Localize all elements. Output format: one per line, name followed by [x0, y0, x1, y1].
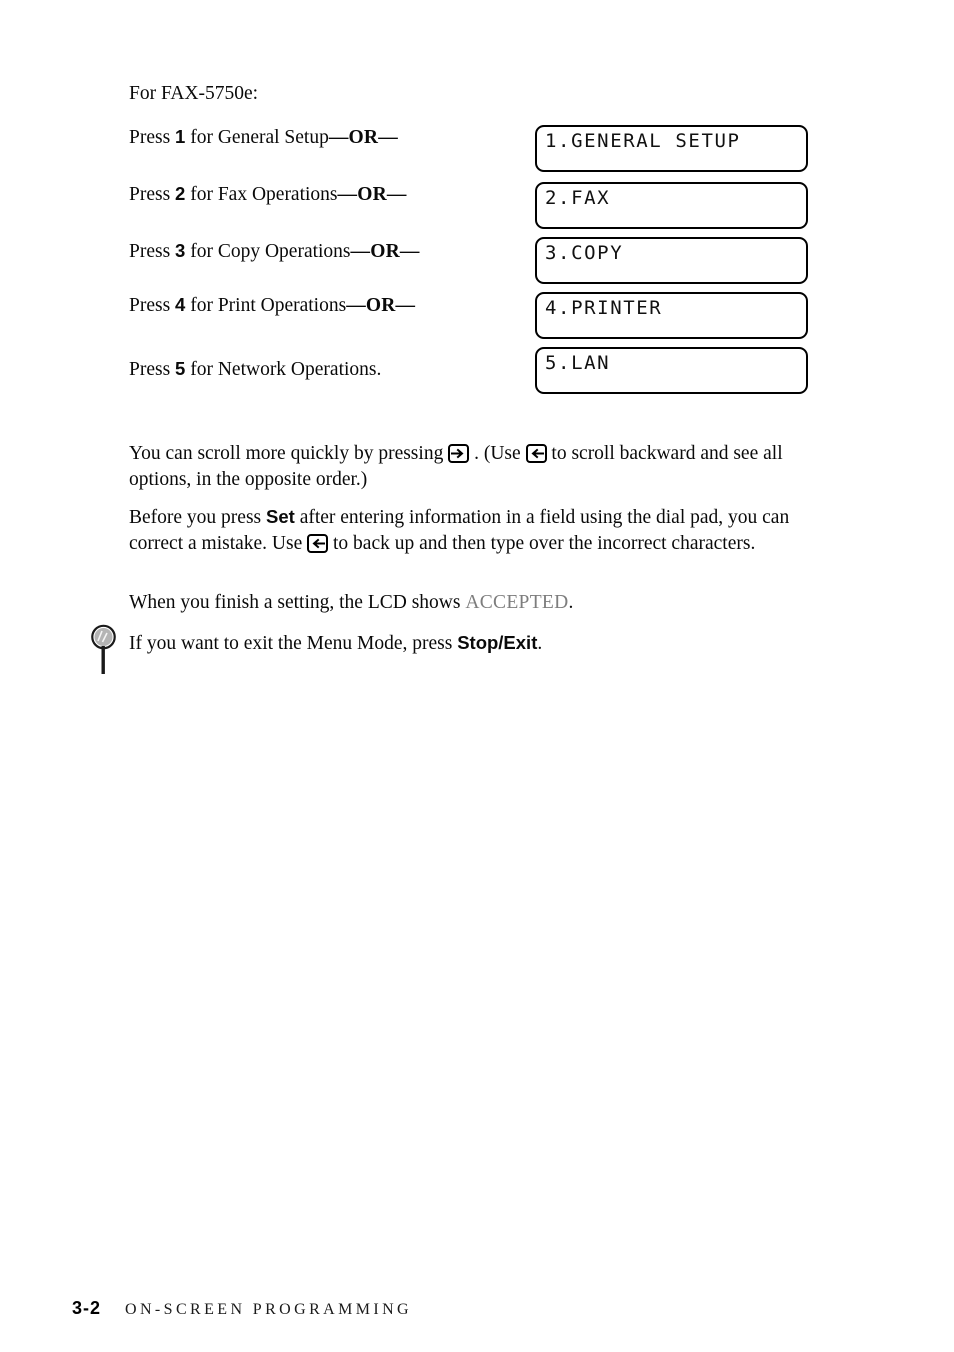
step-2-or: —OR—	[337, 184, 407, 205]
accepted-text-part2: .	[568, 592, 574, 613]
right-arrow-key-icon	[448, 444, 470, 463]
page-footer: 3-2 ON-SCREEN PROGRAMMING	[72, 1298, 412, 1319]
step-4-key: 4	[175, 294, 186, 315]
scroll-text-part2: . (Use	[469, 443, 526, 464]
lcd-text-fax: 2.FAX	[545, 187, 611, 209]
magnifier-tip-icon	[90, 624, 120, 676]
left-arrow-key-icon	[525, 444, 547, 463]
lcd-box-general-setup: 1.GENERAL SETUP	[535, 125, 808, 172]
step-1-prefix: Press	[129, 127, 176, 148]
correct-text-part3: to back up and then type over the incorr…	[328, 532, 756, 554]
step-5-prefix: Press	[129, 359, 176, 380]
step-5-middle: for Network Operations.	[185, 359, 382, 380]
paragraph-exit: If you want to exit the Menu Mode, press…	[129, 630, 829, 657]
footer-chapter-name: ON-SCREEN PROGRAMMING	[125, 1301, 412, 1318]
paragraph-scroll: You can scroll more quickly by pressing …	[129, 441, 829, 492]
step-4-prefix: Press	[129, 295, 176, 316]
lcd-box-lan: 5.LAN	[535, 347, 808, 394]
paragraph-correct: Before you press Set after entering info…	[129, 504, 829, 556]
step-2-middle: for Fax Operations	[185, 184, 338, 205]
step-1-middle: for General Setup	[185, 127, 329, 148]
step-line-2: Press 2 for Fax Operations—OR—	[129, 181, 407, 207]
step-1-key: 1	[175, 126, 186, 147]
document-page: For FAX-5750e: Press 1 for General Setup…	[0, 0, 954, 1352]
step-3-key: 3	[175, 240, 186, 261]
lcd-text-general-setup: 1.GENERAL SETUP	[545, 130, 741, 152]
lcd-box-copy: 3.COPY	[535, 237, 808, 284]
left-arrow-key-icon	[307, 533, 329, 553]
status-badge-accepted: ACCEPTED	[465, 592, 569, 613]
lcd-text-copy: 3.COPY	[545, 242, 624, 264]
step-4-or: —OR—	[346, 295, 416, 316]
step-4-middle: for Print Operations	[185, 295, 347, 316]
paragraph-accepted: When you finish a setting, the LCD shows…	[129, 590, 829, 616]
step-1-or: —OR—	[328, 127, 398, 148]
step-line-5: Press 5 for Network Operations.	[129, 356, 381, 382]
step-5-key: 5	[175, 358, 186, 379]
step-2-key: 2	[175, 183, 186, 204]
lcd-box-fax: 2.FAX	[535, 182, 808, 229]
step-line-4: Press 4 for Print Operations—OR—	[129, 292, 415, 318]
lcd-text-printer: 4.PRINTER	[545, 297, 663, 319]
step-2-prefix: Press	[129, 184, 176, 205]
step-3-or: —OR—	[350, 241, 420, 262]
step-3-prefix: Press	[129, 241, 176, 262]
lcd-text-lan: 5.LAN	[545, 352, 611, 374]
scroll-text-part1: You can scroll more quickly by pressing	[129, 443, 449, 464]
intro-line: For FAX-5750e:	[129, 83, 259, 104]
accepted-text-part1: When you finish a setting, the LCD shows	[129, 592, 466, 613]
correct-text-part1: Before you press	[129, 507, 267, 528]
stop-exit-key-label: Stop/Exit	[457, 632, 538, 653]
step-3-middle: for Copy Operations	[185, 241, 351, 262]
step-line-3: Press 3 for Copy Operations—OR—	[129, 238, 420, 264]
exit-text-part1: If you want to exit the Menu Mode, press	[129, 633, 458, 654]
set-key-label: Set	[266, 506, 295, 527]
footer-page-number: 3-2	[72, 1298, 102, 1318]
exit-text-part2: .	[537, 633, 543, 654]
lcd-box-printer: 4.PRINTER	[535, 292, 808, 339]
step-line-1: Press 1 for General Setup—OR—	[129, 124, 398, 150]
